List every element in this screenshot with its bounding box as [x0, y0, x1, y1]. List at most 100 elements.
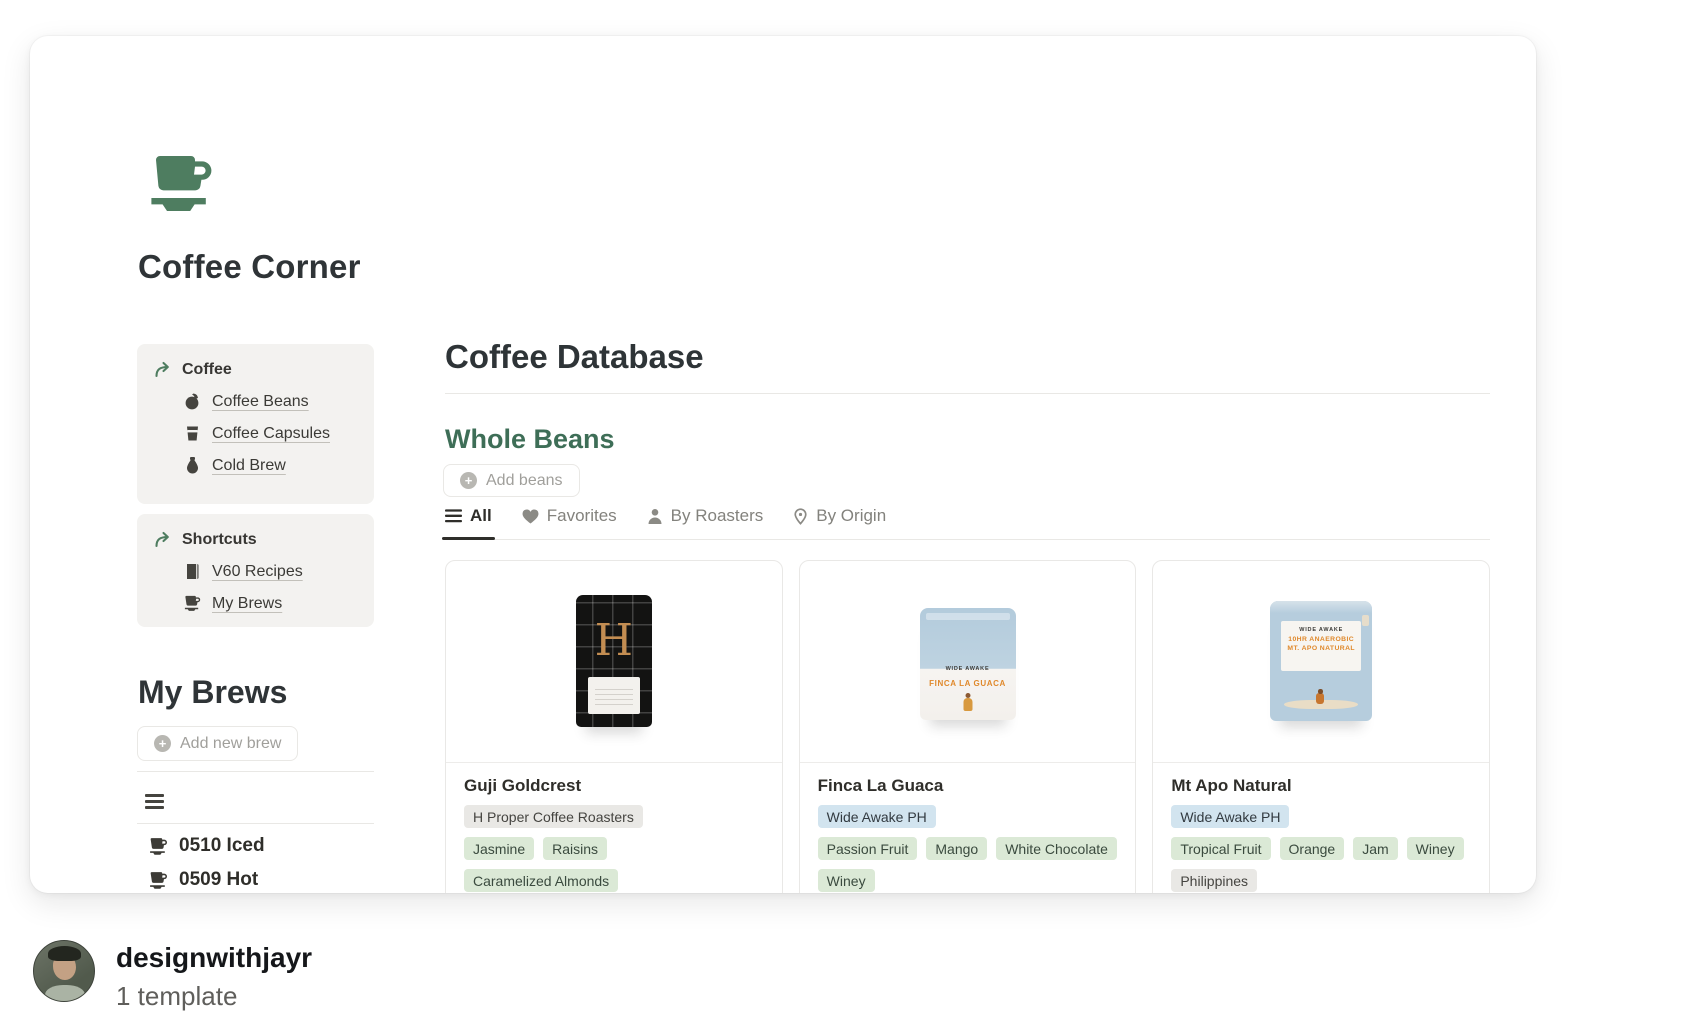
coffee-bean-icon: [183, 392, 202, 411]
flavor-tag: Passion Fruit: [818, 837, 918, 860]
avatar: [33, 940, 95, 1002]
card-body: Mt Apo Natural Wide Awake PH Tropical Fr…: [1153, 763, 1489, 893]
add-new-brew-button[interactable]: + Add new brew: [137, 726, 298, 761]
sidebar-item-label: V60 Recipes: [212, 563, 303, 581]
plus-icon: +: [460, 472, 477, 489]
whole-beans-heading: Whole Beans: [445, 424, 615, 455]
sidebar-item-my-brews[interactable]: My Brews: [183, 594, 362, 613]
bag-brand: WIDE AWAKE: [920, 666, 1016, 672]
sidebar-item-label: Coffee Beans: [212, 393, 309, 411]
tab-favorites[interactable]: Favorites: [522, 506, 617, 526]
creator-template-count: 1 template: [116, 981, 312, 1012]
flavor-tag: Jasmine: [464, 837, 534, 860]
coffee-bag-image: WIDE AWAKE FINCA LA GUACA: [920, 608, 1016, 720]
template-preview-panel: Coffee Corner Coffee Coffee Beans: [30, 36, 1536, 893]
coffee-cup-icon: [148, 836, 169, 857]
sidebar-item-coffee-capsules[interactable]: Coffee Capsules: [183, 424, 362, 443]
tab-label: By Origin: [816, 506, 886, 526]
flavor-tag: Mango: [926, 837, 987, 860]
sidebar-item-label: Cold Brew: [212, 457, 286, 475]
plus-icon: +: [154, 735, 171, 752]
bean-name: Mt Apo Natural: [1171, 776, 1471, 796]
curved-arrow-icon: [153, 360, 172, 379]
bean-card-mt-apo-natural[interactable]: WIDE AWAKE 10HR ANAEROBIC MT. APO NATURA…: [1152, 560, 1490, 893]
pin-icon: [793, 508, 808, 525]
roaster-tag: H Proper Coffee Roasters: [464, 805, 643, 828]
tab-label: By Roasters: [671, 506, 764, 526]
bag-label: [588, 677, 640, 714]
sidebar-item-label: Coffee Capsules: [212, 425, 330, 443]
view-tabs: All Favorites By Roasters By Origin: [445, 506, 1490, 540]
sidebar-item-cold-brew[interactable]: Cold Brew: [183, 456, 362, 475]
coffee-bag-image: H: [576, 595, 652, 727]
sidebar-section-coffee: Coffee Coffee Beans Coffee Capsules: [137, 344, 374, 504]
add-beans-button[interactable]: + Add beans: [443, 464, 580, 497]
sidebar-section-shortcuts: Shortcuts V60 Recipes My Brews: [137, 514, 374, 627]
flavor-tag: Caramelized Almonds: [464, 869, 618, 892]
coffee-section-label: Coffee: [182, 361, 232, 379]
flavor-tag: Orange: [1280, 837, 1345, 860]
bean-card-finca-la-guaca[interactable]: WIDE AWAKE FINCA LA GUACA Finca La Guaca…: [799, 560, 1137, 893]
add-new-brew-label: Add new brew: [180, 735, 281, 753]
sidebar-item-label: My Brews: [212, 595, 282, 613]
tab-label: All: [470, 506, 492, 526]
curved-arrow-icon: [153, 530, 172, 549]
flavor-tag: Winey: [1407, 837, 1464, 860]
divider: [137, 771, 374, 772]
add-beans-label: Add beans: [486, 472, 563, 490]
brew-entry-label: 0510 Iced: [179, 835, 265, 857]
bag-label: WIDE AWAKE 10HR ANAEROBIC MT. APO NATURA…: [1281, 621, 1361, 671]
bag-letter: H: [576, 619, 652, 663]
origin-tag: Philippines: [1171, 869, 1257, 892]
list-view-icon[interactable]: [145, 794, 164, 809]
heart-icon: [522, 509, 539, 524]
creator-name: designwithjayr: [116, 942, 312, 974]
product-image: WIDE AWAKE 10HR ANAEROBIC MT. APO NATURA…: [1153, 561, 1489, 763]
bag-illustration: [963, 698, 972, 711]
recipe-book-icon: [183, 562, 202, 581]
card-body: Finca La Guaca Wide Awake PH Passion Fru…: [800, 763, 1136, 893]
coffee-cup-icon: [183, 594, 202, 613]
brew-entry-0510-iced[interactable]: 0510 Iced: [148, 835, 265, 857]
coffee-capsule-icon: [183, 424, 202, 443]
beans-gallery: H Guji Goldcrest H Proper Coffee Roaster…: [445, 560, 1490, 893]
my-brews-title: My Brews: [138, 674, 287, 711]
card-body: Guji Goldcrest H Proper Coffee Roasters …: [446, 763, 782, 893]
brew-entry-label: 0509 Hot: [179, 869, 258, 891]
tab-all[interactable]: All: [445, 506, 492, 526]
coffee-cup-logo-icon: [145, 155, 219, 215]
flavor-tag: White Chocolate: [996, 837, 1117, 860]
divider: [137, 823, 374, 824]
flavor-tag: Winey: [818, 869, 875, 892]
page-title: Coffee Corner: [138, 248, 361, 286]
bag-brand: WIDE AWAKE: [1281, 627, 1361, 633]
roaster-tag: Wide Awake PH: [1171, 805, 1289, 828]
bean-name: Finca La Guaca: [818, 776, 1118, 796]
bag-illustration: [1316, 693, 1324, 704]
bean-card-guji-goldcrest[interactable]: H Guji Goldcrest H Proper Coffee Roaster…: [445, 560, 783, 893]
brew-entry-0509-hot[interactable]: 0509 Hot: [148, 869, 258, 891]
coffee-section-header: Coffee: [153, 360, 362, 379]
roaster-tag: Wide Awake PH: [818, 805, 936, 828]
sidebar-item-coffee-beans[interactable]: Coffee Beans: [183, 392, 362, 411]
tab-by-origin[interactable]: By Origin: [793, 506, 886, 526]
coffee-cup-icon: [148, 870, 169, 891]
coffee-bag-image: WIDE AWAKE 10HR ANAEROBIC MT. APO NATURA…: [1270, 601, 1372, 721]
product-image: H: [446, 561, 782, 763]
sidebar-item-v60-recipes[interactable]: V60 Recipes: [183, 562, 362, 581]
list-icon: [445, 509, 462, 523]
bag-title-line: 10HR ANAEROBIC: [1281, 636, 1361, 643]
creator-profile[interactable]: designwithjayr 1 template: [33, 940, 312, 1012]
bag-title-line: MT. APO NATURAL: [1281, 645, 1361, 652]
product-image: WIDE AWAKE FINCA LA GUACA: [800, 561, 1136, 763]
flavor-tag: Tropical Fruit: [1171, 837, 1270, 860]
flavor-tag: Raisins: [543, 837, 607, 860]
tab-by-roasters[interactable]: By Roasters: [647, 506, 764, 526]
tab-label: Favorites: [547, 506, 617, 526]
cold-brew-icon: [183, 456, 202, 475]
flavor-tag: Jam: [1353, 837, 1397, 860]
shortcuts-section-header: Shortcuts: [153, 530, 362, 549]
shortcuts-section-label: Shortcuts: [182, 531, 257, 549]
divider: [445, 393, 1490, 394]
bean-name: Guji Goldcrest: [464, 776, 764, 796]
